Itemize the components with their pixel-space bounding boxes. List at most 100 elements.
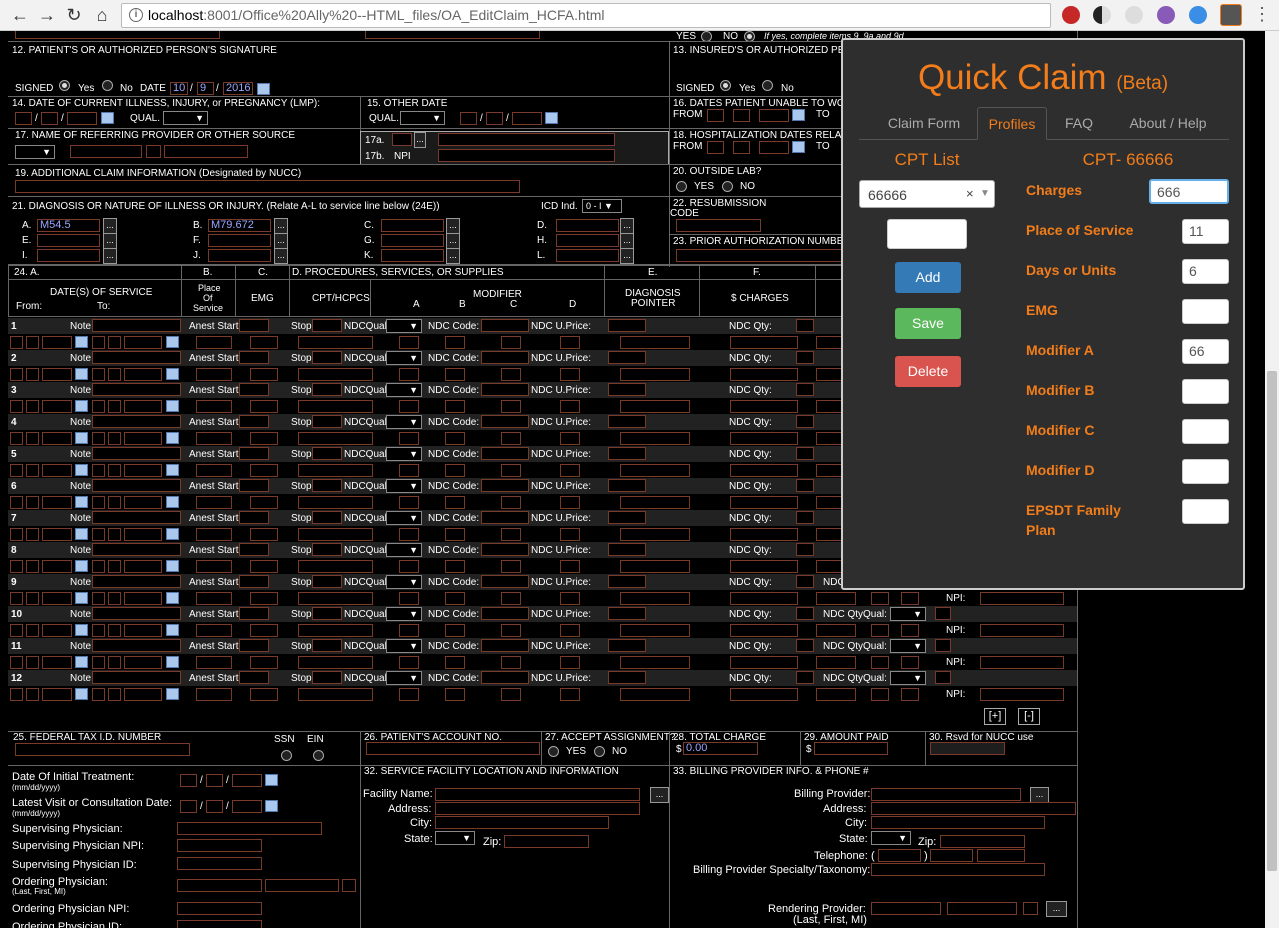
- from-day[interactable]: [26, 624, 39, 637]
- cpt-input[interactable]: [298, 592, 373, 605]
- diag-a-lookup[interactable]: ...: [103, 218, 117, 234]
- cpt-select[interactable]: 66666 × ▼: [859, 180, 995, 208]
- ndc-price-input[interactable]: [608, 447, 646, 460]
- to-month[interactable]: [92, 368, 105, 381]
- calendar-icon[interactable]: [166, 560, 179, 572]
- from-day[interactable]: [26, 592, 39, 605]
- modifier-d-input[interactable]: [560, 336, 580, 349]
- home-icon[interactable]: ⌂: [92, 5, 112, 25]
- box23-value[interactable]: [676, 249, 846, 262]
- diag-g-lookup[interactable]: ...: [446, 233, 460, 249]
- ndc-price-input[interactable]: [608, 543, 646, 556]
- calendar-icon[interactable]: [166, 656, 179, 668]
- box17-last[interactable]: [70, 145, 142, 158]
- to-month[interactable]: [92, 400, 105, 413]
- anest-start-input[interactable]: [239, 511, 269, 524]
- calendar-icon[interactable]: [166, 432, 179, 444]
- box17b-value[interactable]: [438, 149, 615, 162]
- to-day[interactable]: [108, 368, 121, 381]
- calendar-icon[interactable]: [166, 368, 179, 380]
- box29-value[interactable]: [814, 742, 888, 755]
- emergency-input[interactable]: [935, 639, 951, 652]
- from-year[interactable]: [42, 496, 72, 509]
- field-top-left[interactable]: [15, 31, 220, 39]
- calendar-icon[interactable]: [75, 400, 88, 412]
- ndc-qty-input[interactable]: [796, 319, 814, 332]
- days-units-input[interactable]: 6: [1182, 259, 1229, 284]
- box20-no-radio[interactable]: [722, 181, 733, 192]
- to-day[interactable]: [108, 464, 121, 477]
- rendering-npi-input[interactable]: [980, 624, 1064, 637]
- box17-mi[interactable]: [146, 145, 161, 158]
- calendar-icon[interactable]: [265, 800, 278, 812]
- cpt-input[interactable]: [298, 688, 373, 701]
- diag-h[interactable]: [556, 234, 619, 247]
- chevron-down-icon[interactable]: ▼: [980, 188, 990, 199]
- charges-input[interactable]: [730, 624, 798, 637]
- diag-i[interactable]: [37, 249, 100, 262]
- calendar-icon[interactable]: [257, 83, 270, 95]
- modifier-a-input[interactable]: 66: [1182, 339, 1229, 364]
- ndc-qtyqual-select[interactable]: ▼: [890, 671, 926, 685]
- ndc-qual-select[interactable]: ▼: [386, 639, 422, 653]
- ndc-qty-input[interactable]: [796, 671, 814, 684]
- stop-input[interactable]: [312, 447, 342, 460]
- modifier-b-input[interactable]: [445, 432, 465, 445]
- ndc-code-input[interactable]: [481, 575, 529, 588]
- epsdt-input[interactable]: [871, 592, 889, 605]
- from-day[interactable]: [26, 400, 39, 413]
- calendar-icon[interactable]: [166, 400, 179, 412]
- ndc-qual-select[interactable]: ▼: [386, 319, 422, 333]
- diag-e[interactable]: [37, 234, 100, 247]
- modifier-b-input[interactable]: [445, 688, 465, 701]
- modifier-b-input[interactable]: [445, 464, 465, 477]
- modifier-b-input[interactable]: [445, 528, 465, 541]
- to-month[interactable]: [92, 464, 105, 477]
- calendar-icon[interactable]: [166, 496, 179, 508]
- charges-input[interactable]: [730, 496, 798, 509]
- days-units-input[interactable]: [816, 688, 856, 701]
- from-day[interactable]: [26, 432, 39, 445]
- ndc-qty-input[interactable]: [796, 575, 814, 588]
- ord-phys-first[interactable]: [265, 879, 339, 892]
- ndc-qty-input[interactable]: [796, 447, 814, 460]
- box15-year[interactable]: [512, 112, 542, 125]
- diag-b[interactable]: M79.672: [208, 219, 271, 232]
- taxonomy-value[interactable]: [871, 863, 1045, 876]
- diag-g[interactable]: [381, 234, 444, 247]
- diag-h-lookup[interactable]: ...: [620, 233, 634, 249]
- modifier-d-input[interactable]: [1182, 459, 1229, 484]
- to-year[interactable]: [124, 656, 162, 669]
- billing-provider-lookup[interactable]: ...: [1030, 787, 1049, 803]
- ndc-qual-select[interactable]: ▼: [386, 479, 422, 493]
- days-units-input[interactable]: [816, 592, 856, 605]
- charges-input[interactable]: 666: [1149, 179, 1229, 204]
- calendar-icon[interactable]: [166, 624, 179, 636]
- to-month[interactable]: [92, 624, 105, 637]
- ndc-qual-select[interactable]: ▼: [386, 383, 422, 397]
- diag-k[interactable]: [381, 249, 444, 262]
- from-day[interactable]: [26, 656, 39, 669]
- emg-input[interactable]: [250, 432, 278, 445]
- remove-line-button[interactable]: [-]: [1018, 708, 1040, 725]
- anest-start-input[interactable]: [239, 479, 269, 492]
- box14-day[interactable]: [41, 112, 58, 125]
- to-day[interactable]: [108, 528, 121, 541]
- modifier-c-input[interactable]: [1182, 419, 1229, 444]
- box16-from-day[interactable]: [733, 109, 750, 122]
- facility-state-select[interactable]: ▼: [435, 831, 475, 845]
- scrollbar-thumb[interactable]: [1267, 371, 1277, 871]
- from-year[interactable]: [42, 432, 72, 445]
- rendering-last[interactable]: [871, 902, 941, 915]
- modifier-c-input[interactable]: [501, 560, 521, 573]
- rendering-npi-input[interactable]: [980, 592, 1064, 605]
- place-of-service-input[interactable]: [196, 464, 232, 477]
- modifier-c-input[interactable]: [501, 624, 521, 637]
- epsdt-input[interactable]: [871, 656, 889, 669]
- note-input[interactable]: [92, 607, 181, 620]
- box20-yes-radio[interactable]: [676, 181, 687, 192]
- stop-input[interactable]: [312, 639, 342, 652]
- ndc-code-input[interactable]: [481, 383, 529, 396]
- cpt-input[interactable]: [298, 432, 373, 445]
- reload-icon[interactable]: ↻: [64, 5, 84, 25]
